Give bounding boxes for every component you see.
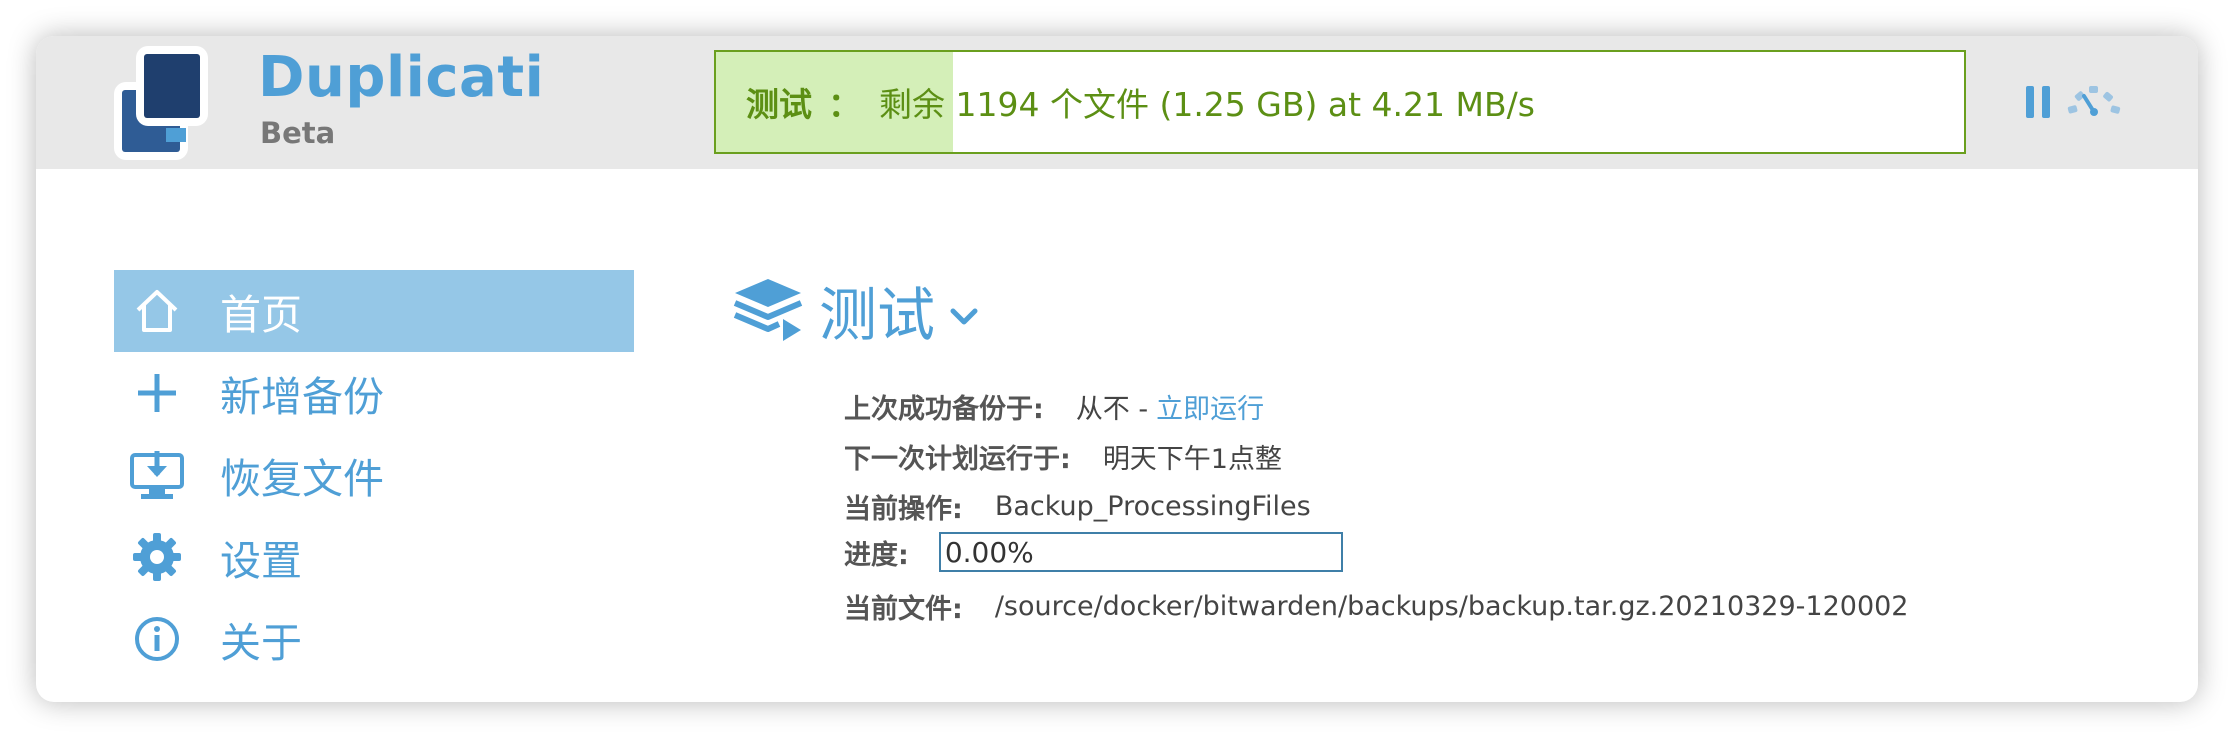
sidebar-item-label: 关于 [220, 619, 302, 667]
progress-row: 进度: 0.00% [844, 532, 1343, 572]
current-file-row: 当前文件: /source/docker/bitwarden/backups/b… [844, 587, 1908, 626]
sidebar-item-label: 恢复文件 [220, 455, 384, 503]
status-progress-bar[interactable]: 测试 ： 剩余 1194 个文件 (1.25 GB) at 4.21 MB/s [714, 50, 1966, 154]
current-op-label: 当前操作: [844, 494, 963, 525]
sidebar-item-restore[interactable]: 恢复文件 [114, 434, 634, 516]
app-subtitle: Beta [260, 116, 336, 150]
last-success-label: 上次成功备份于: [844, 394, 1044, 425]
speed-gauge-icon[interactable] [2066, 82, 2122, 118]
progress-label: 进度: [844, 539, 909, 571]
sidebar-item-label: 设置 [220, 537, 302, 585]
header-bar: Duplicati Beta 测试 ： 剩余 1194 个文件 (1.25 GB… [36, 36, 2198, 169]
current-file-label: 当前文件: [844, 594, 963, 625]
backup-stack-icon [733, 279, 803, 341]
app-title: Duplicati [258, 45, 545, 110]
pause-icon[interactable] [2024, 82, 2054, 122]
sidebar-item-label: 首页 [220, 291, 302, 339]
next-run-row: 下一次计划运行于: 明天下午1点整 [844, 437, 1282, 476]
sidebar-item-label: 新增备份 [220, 373, 384, 421]
sidebar-item-settings[interactable]: 设置 [114, 516, 634, 598]
next-run-label: 下一次计划运行于: [844, 444, 1071, 475]
sidebar-item-about[interactable]: 关于 [114, 598, 634, 680]
next-run-value: 明天下午1点整 [1102, 444, 1282, 475]
run-now-link[interactable]: 立即运行 [1156, 387, 1264, 426]
backup-title-row[interactable]: 测试 [731, 268, 979, 352]
current-op-row: 当前操作: Backup_ProcessingFiles [844, 487, 1311, 526]
status-text: 剩余 1194 个文件 (1.25 GB) at 4.21 MB/s [879, 85, 1535, 124]
backup-progress-bar: 0.00% [938, 532, 1343, 572]
status-text-group: 测试 ： 剩余 1194 个文件 (1.25 GB) at 4.21 MB/s [746, 52, 1535, 152]
current-file-value: /source/docker/bitwarden/backups/backup.… [994, 591, 1909, 622]
chevron-down-icon[interactable] [949, 307, 979, 327]
status-separator: ： [828, 85, 861, 124]
sidebar-item-add-backup[interactable]: 新增备份 [114, 352, 634, 434]
plus-icon [128, 364, 186, 422]
sidebar-item-home[interactable]: 首页 [114, 270, 634, 352]
current-op-value: Backup_ProcessingFiles [994, 491, 1311, 522]
last-success-row: 上次成功备份于: 从不 - 立即运行 [844, 387, 1264, 426]
backup-name: 测试 [819, 281, 936, 349]
last-success-value: 从不 - [1075, 394, 1149, 425]
progress-value: 0.00% [944, 535, 1034, 569]
sidebar-menu: 首页 新增备份 恢复文件 设置 关于 [114, 270, 634, 680]
restore-icon [128, 446, 186, 504]
status-job-name: 测试 [746, 85, 812, 124]
home-icon [128, 282, 186, 340]
info-icon [128, 610, 186, 668]
gear-icon [128, 528, 186, 586]
app-window: Duplicati Beta 测试 ： 剩余 1194 个文件 (1.25 GB… [36, 36, 2198, 702]
duplicati-logo [114, 46, 208, 160]
